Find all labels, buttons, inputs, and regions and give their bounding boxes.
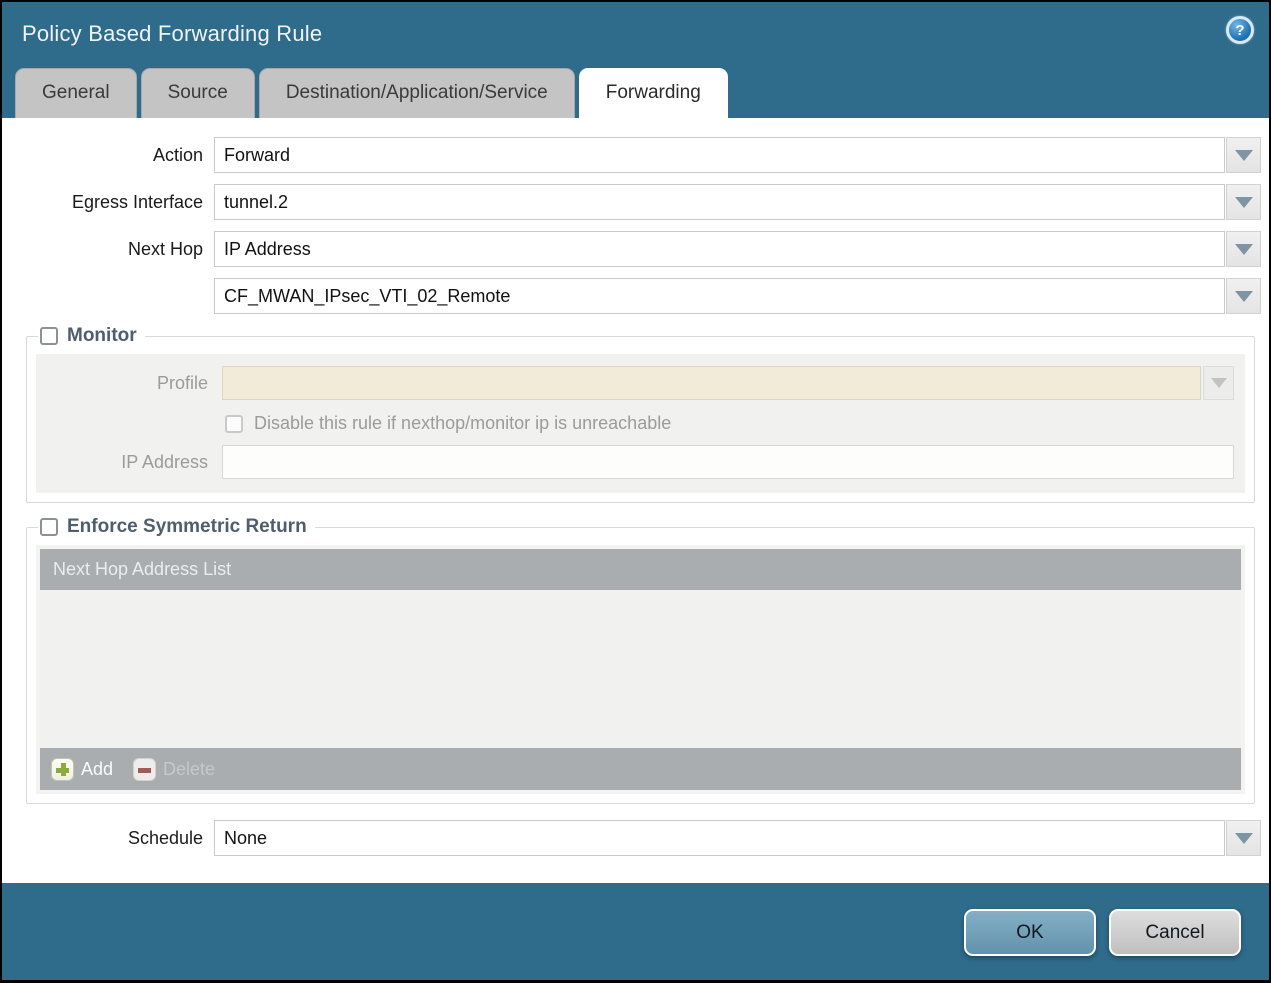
profile-dropdown-button [1203, 366, 1234, 400]
monitor-checkbox[interactable] [40, 327, 58, 345]
next-hop-address-list-header: Next Hop Address List [40, 549, 1241, 590]
monitor-panel: Profile Disable this rule if nexthop/mon… [36, 354, 1245, 493]
monitor-ip-address-input [222, 445, 1234, 479]
pbf-rule-dialog: Policy Based Forwarding Rule ? General S… [2, 2, 1269, 980]
egress-interface-input[interactable]: tunnel.2 [214, 184, 1225, 220]
chevron-down-icon [1235, 197, 1253, 208]
schedule-row: Schedule None [2, 820, 1261, 856]
egress-interface-row: Egress Interface tunnel.2 [2, 184, 1261, 220]
next-hop-address-dropdown-button[interactable] [1226, 278, 1261, 314]
action-input[interactable]: Forward [214, 137, 1225, 173]
schedule-input[interactable]: None [214, 820, 1225, 856]
dialog-titlebar: Policy Based Forwarding Rule ? [2, 2, 1269, 66]
action-dropdown-button[interactable] [1226, 137, 1261, 173]
add-button-label: Add [81, 759, 113, 780]
tab-source[interactable]: Source [141, 68, 255, 118]
action-label: Action [2, 145, 214, 166]
next-hop-address-input[interactable]: CF_MWAN_IPsec_VTI_02_Remote [214, 278, 1225, 314]
monitor-legend: Monitor [38, 325, 145, 347]
monitor-legend-label: Monitor [67, 325, 137, 347]
profile-label: Profile [36, 373, 222, 394]
minus-icon [133, 758, 156, 781]
tab-general[interactable]: General [15, 68, 137, 118]
dialog-footer: OK Cancel [2, 883, 1269, 980]
disable-rule-label: Disable this rule if nexthop/monitor ip … [254, 413, 671, 434]
next-hop-type-dropdown-button[interactable] [1226, 231, 1261, 267]
tab-forwarding[interactable]: Forwarding [579, 68, 728, 118]
ok-button[interactable]: OK [964, 909, 1096, 956]
monitor-ip-address-row: IP Address [36, 445, 1241, 479]
add-button[interactable]: Add [51, 758, 113, 781]
chevron-down-icon [1211, 378, 1227, 388]
chevron-down-icon [1235, 833, 1253, 844]
egress-interface-dropdown-button[interactable] [1226, 184, 1261, 220]
tab-content-forwarding: Action Forward Egress Interface tunnel.2… [2, 118, 1269, 883]
next-hop-type-input[interactable]: IP Address [214, 231, 1225, 267]
tab-destination-application-service[interactable]: Destination/Application/Service [259, 68, 575, 118]
chevron-down-icon [1235, 150, 1253, 161]
profile-row: Profile [36, 366, 1241, 400]
help-icon[interactable]: ? [1226, 16, 1254, 44]
tab-bar: General Source Destination/Application/S… [2, 66, 1269, 118]
plus-icon [51, 758, 74, 781]
next-hop-address-row: CF_MWAN_IPsec_VTI_02_Remote [2, 278, 1261, 314]
enforce-symmetric-return-legend-label: Enforce Symmetric Return [67, 516, 307, 538]
disable-rule-row: Disable this rule if nexthop/monitor ip … [225, 413, 1241, 434]
profile-input [222, 366, 1201, 400]
next-hop-row: Next Hop IP Address [2, 231, 1261, 267]
chevron-down-icon [1235, 291, 1253, 302]
delete-button: Delete [133, 758, 215, 781]
next-hop-address-list-panel: Next Hop Address List Add Delete [36, 545, 1245, 794]
next-hop-address-list-body[interactable] [40, 590, 1241, 748]
monitor-ip-address-label: IP Address [36, 452, 222, 473]
delete-button-label: Delete [163, 759, 215, 780]
next-hop-address-list-footer: Add Delete [40, 748, 1241, 790]
dialog-title: Policy Based Forwarding Rule [22, 21, 322, 47]
enforce-symmetric-return-checkbox[interactable] [40, 518, 58, 536]
next-hop-label: Next Hop [2, 239, 214, 260]
monitor-fieldset: Monitor Profile Disable this rule if nex… [26, 325, 1255, 503]
schedule-label: Schedule [2, 828, 214, 849]
cancel-button[interactable]: Cancel [1109, 909, 1241, 956]
action-row: Action Forward [2, 137, 1261, 173]
chevron-down-icon [1235, 244, 1253, 255]
egress-interface-label: Egress Interface [2, 192, 214, 213]
enforce-symmetric-return-fieldset: Enforce Symmetric Return Next Hop Addres… [26, 516, 1255, 804]
schedule-dropdown-button[interactable] [1226, 820, 1261, 856]
disable-rule-checkbox [225, 415, 243, 433]
enforce-symmetric-return-legend: Enforce Symmetric Return [38, 516, 315, 538]
